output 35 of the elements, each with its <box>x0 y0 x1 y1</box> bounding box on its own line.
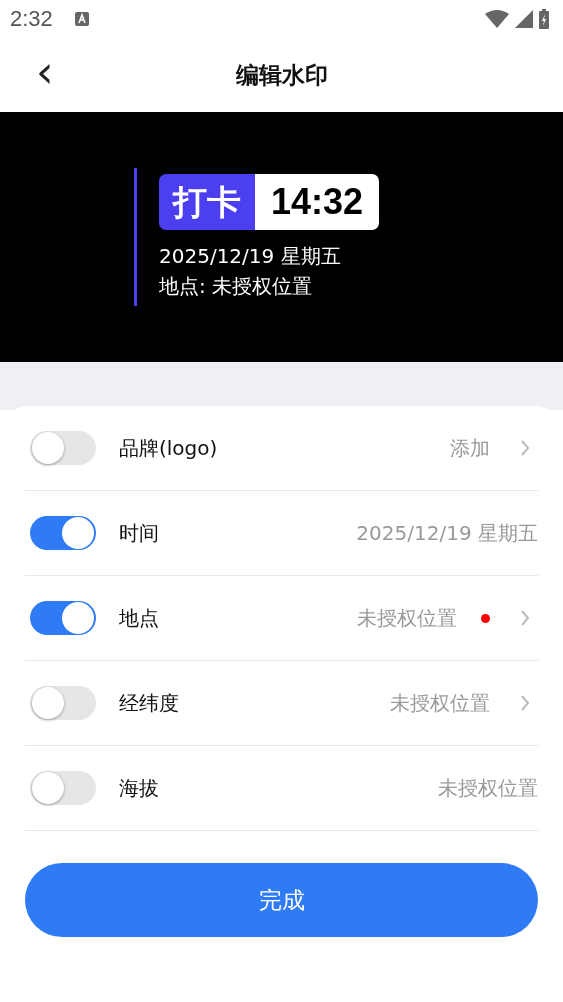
chevron-right-icon[interactable] <box>520 439 530 457</box>
setting-label: 海拔 <box>119 774 160 802</box>
chevron-right-icon[interactable] <box>520 609 530 627</box>
watermark-location: 地点: 未授权位置 <box>159 273 314 300</box>
setting-row[interactable]: 地点 未授权位置 <box>25 576 538 661</box>
chevron-right-icon[interactable] <box>520 694 530 712</box>
watermark-tag: 打卡 <box>159 174 255 230</box>
battery-icon <box>539 9 549 29</box>
setting-row[interactable]: 海拔 未授权位置 <box>25 746 538 831</box>
setting-label: 品牌(logo) <box>119 434 219 462</box>
setting-label: 时间 <box>119 519 160 547</box>
setting-row[interactable]: 品牌(logo) 添加 <box>25 406 538 491</box>
setting-label: 经纬度 <box>119 689 180 717</box>
signal-icon <box>515 10 533 28</box>
toggle-switch[interactable] <box>30 686 96 720</box>
setting-row[interactable]: 时间 2025/12/19 星期五 <box>25 491 538 576</box>
watermark-date: 2025/12/19 星期五 <box>159 243 342 270</box>
toggle-switch[interactable] <box>30 601 96 635</box>
setting-value: 2025/12/19 星期五 <box>356 519 538 547</box>
page-title: 编辑水印 <box>235 60 328 90</box>
setting-label: 地点 <box>119 604 160 632</box>
setting-value: 未授权位置 <box>357 604 457 632</box>
toggle-switch[interactable] <box>30 516 96 550</box>
toggle-switch[interactable] <box>30 431 96 465</box>
setting-value: 未授权位置 <box>438 774 538 802</box>
back-button[interactable]: ‹ <box>30 52 60 92</box>
setting-value: 未授权位置 <box>390 689 490 717</box>
status-time: 2:32 <box>10 6 53 32</box>
keyboard-icon <box>74 12 89 26</box>
watermark-time: 14:32 <box>255 174 380 230</box>
setting-row[interactable]: 经纬度 未授权位置 <box>25 661 538 746</box>
toggle-switch[interactable] <box>30 771 96 805</box>
wifi-icon <box>485 10 509 28</box>
setting-value: 添加 <box>450 434 490 462</box>
done-button[interactable]: 完成 <box>25 863 538 937</box>
